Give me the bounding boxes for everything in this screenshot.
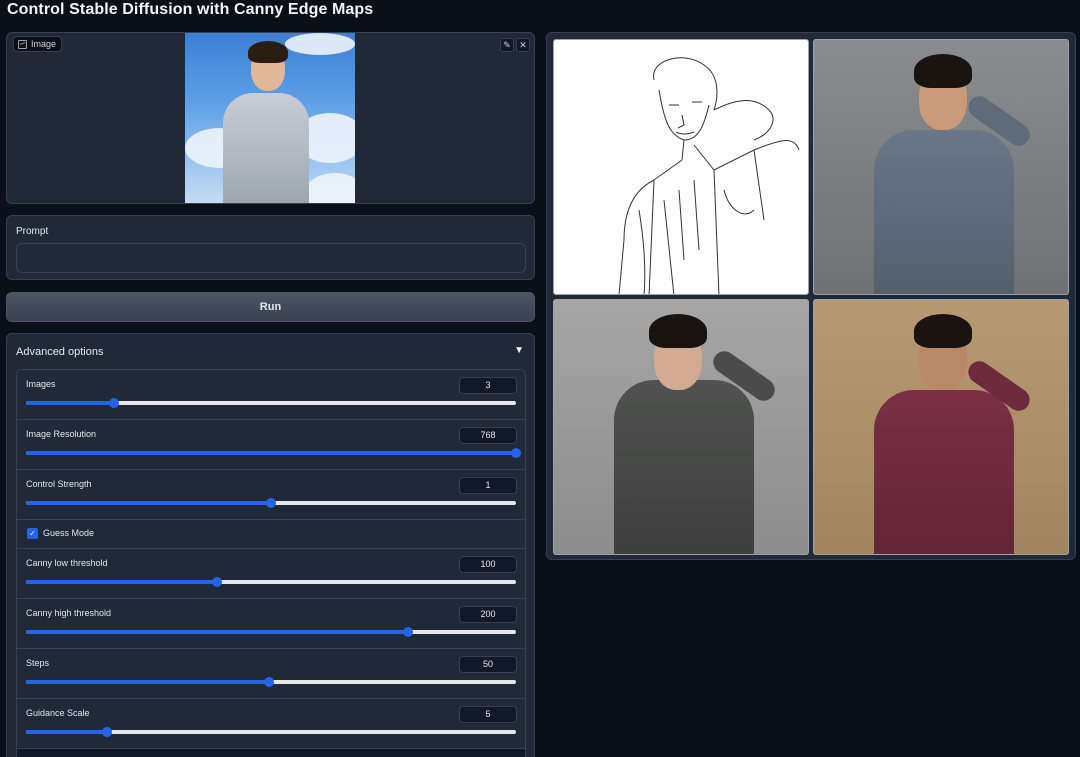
number-input[interactable]: 5 (459, 706, 517, 723)
slider-row-images: Images 3 (17, 370, 525, 420)
slider-track[interactable] (26, 677, 516, 687)
slider-fill (26, 451, 516, 455)
number-input[interactable]: 100 (459, 556, 517, 573)
slider-thumb[interactable] (101, 727, 112, 737)
image-icon (18, 39, 27, 49)
image-label-text: Image (31, 39, 57, 49)
slider-track[interactable] (26, 498, 516, 508)
image-input-label: Image (13, 36, 63, 52)
slider-row-image-resolution: Image Resolution 768 (17, 420, 525, 470)
canny-edge-map-image[interactable] (553, 39, 809, 295)
slider-track[interactable] (26, 727, 516, 737)
slider-track[interactable] (26, 577, 516, 587)
slider-track[interactable] (26, 448, 521, 458)
slider-thumb[interactable] (266, 498, 276, 508)
advanced-options-label[interactable]: Advanced options (16, 346, 103, 358)
slider-fill (26, 401, 115, 405)
prompt-panel: Prompt (6, 215, 535, 280)
generated-image-maroon-shirt[interactable] (813, 299, 1069, 555)
slider-label: Images (26, 379, 56, 389)
number-input[interactable]: 1 (459, 477, 517, 494)
slider-fill (26, 630, 409, 634)
slider-track[interactable] (26, 398, 516, 408)
number-input[interactable]: 768 (459, 427, 517, 444)
slider-track[interactable] (26, 627, 516, 637)
advanced-options: Advanced options ▼ Images 3 Image Resoluti… (6, 333, 535, 757)
slider-label: Guidance Scale (26, 708, 90, 718)
slider-fill (26, 730, 107, 734)
slider-label: Control Strength (26, 479, 92, 489)
run-button[interactable]: Run (6, 292, 535, 322)
page-title: Control Stable Diffusion with Canny Edge… (7, 1, 374, 18)
slider-label: Image Resolution (26, 429, 97, 439)
close-icon[interactable]: ✕ (516, 38, 530, 52)
generated-image-dark-shirt[interactable] (553, 299, 809, 555)
collapse-toggle-icon[interactable]: ▼ (514, 345, 524, 356)
slider-row-steps: Steps 50 (17, 649, 525, 699)
slider-row-canny-low-threshold: Canny low threshold 100 (17, 549, 525, 599)
slider-thumb[interactable] (403, 627, 414, 637)
slider-thumb[interactable] (511, 448, 521, 458)
number-input[interactable]: 50 (459, 656, 517, 673)
slider-row-guidance-scale: Guidance Scale 5 (17, 699, 525, 749)
slider-label: Canny high threshold (26, 608, 112, 618)
slider-row-canny-high-threshold: Canny high threshold 200 (17, 599, 525, 649)
slider-label: Steps (26, 658, 50, 668)
image-input[interactable]: Image ✎ ✕ (6, 32, 535, 204)
slider-label: Canny low threshold (26, 558, 108, 568)
generated-image-gray-shirt[interactable] (813, 39, 1069, 295)
slider-thumb[interactable] (263, 677, 274, 687)
slider-row-control-strength: Control Strength 1 (17, 470, 525, 520)
number-input[interactable]: 3 (459, 377, 517, 394)
guess-mode-checkbox[interactable]: ✓ (27, 528, 38, 539)
prompt-input[interactable] (16, 243, 526, 273)
pencil-icon[interactable]: ✎ (500, 38, 514, 52)
source-photo (185, 33, 355, 203)
advanced-options-body: Images 3 Image Resolution 768 Control Streng… (16, 369, 526, 757)
slider-fill (26, 501, 271, 505)
guess-mode-row[interactable]: ✓ Guess Mode (17, 520, 525, 549)
prompt-label: Prompt (16, 226, 49, 237)
number-input[interactable]: 200 (459, 606, 517, 623)
guess-mode-label: Guess Mode (43, 528, 95, 538)
output-gallery (546, 32, 1076, 560)
slider-thumb[interactable] (109, 398, 120, 408)
slider-thumb[interactable] (212, 577, 223, 587)
slider-fill (26, 580, 218, 584)
slider-fill (26, 680, 269, 684)
